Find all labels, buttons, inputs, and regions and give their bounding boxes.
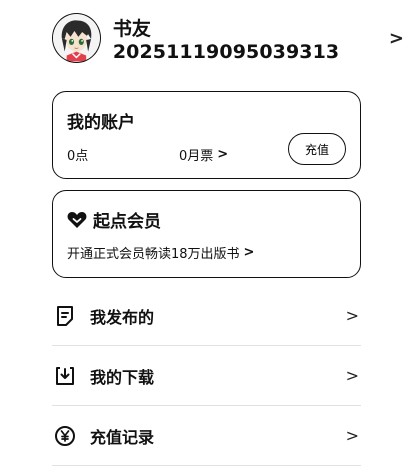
menu-item-recharge-history[interactable]: 充值记录 > xyxy=(52,406,361,466)
vip-card[interactable]: 起点会员 开通正式会员畅读18万出版书 > xyxy=(52,190,361,278)
chevron-right-icon: > xyxy=(388,27,404,49)
chevron-right-icon: > xyxy=(345,366,359,385)
menu-list: 我发布的 > 我的下载 > 充值记录 > xyxy=(52,286,361,466)
points-balance: 0点 xyxy=(67,148,89,164)
menu-item-label: 我发布的 xyxy=(90,307,155,327)
chevron-right-icon: > xyxy=(345,306,359,325)
vip-subtitle-link[interactable]: 开通正式会员畅读18万出版书 > xyxy=(67,243,254,262)
vip-title: 起点会员 xyxy=(93,212,161,232)
monthly-tickets-value: 0月票 xyxy=(179,148,214,164)
yen-coin-icon xyxy=(52,423,78,449)
download-icon xyxy=(52,363,78,389)
vip-header: 起点会员 xyxy=(67,207,161,232)
monthly-tickets-link[interactable]: 0月票 > xyxy=(179,145,228,164)
account-card: 我的账户 0点 0月票 > 充值 xyxy=(52,91,361,179)
profile-header[interactable]: 书友20251119095039313 > xyxy=(52,12,404,64)
avatar[interactable] xyxy=(52,13,101,63)
avatar-image xyxy=(53,14,100,62)
menu-item-label: 我的下载 xyxy=(90,367,155,387)
username: 书友20251119095039313 xyxy=(112,17,340,63)
menu-item-label: 充值记录 xyxy=(90,427,155,447)
chevron-right-icon: > xyxy=(243,245,255,260)
vip-subtitle: 开通正式会员畅读18万出版书 xyxy=(67,247,240,262)
recharge-button[interactable]: 充值 xyxy=(288,133,346,165)
chevron-right-icon: > xyxy=(345,426,359,445)
profile-page: 书友20251119095039313 > 我的账户 0点 0月票 > 充值 起… xyxy=(0,0,404,473)
menu-item-my-posts[interactable]: 我发布的 > xyxy=(52,286,361,346)
menu-item-my-downloads[interactable]: 我的下载 > xyxy=(52,346,361,406)
document-edit-icon xyxy=(52,303,78,329)
chevron-right-icon: > xyxy=(217,146,229,162)
account-title: 我的账户 xyxy=(67,113,135,133)
heart-icon xyxy=(67,211,87,228)
